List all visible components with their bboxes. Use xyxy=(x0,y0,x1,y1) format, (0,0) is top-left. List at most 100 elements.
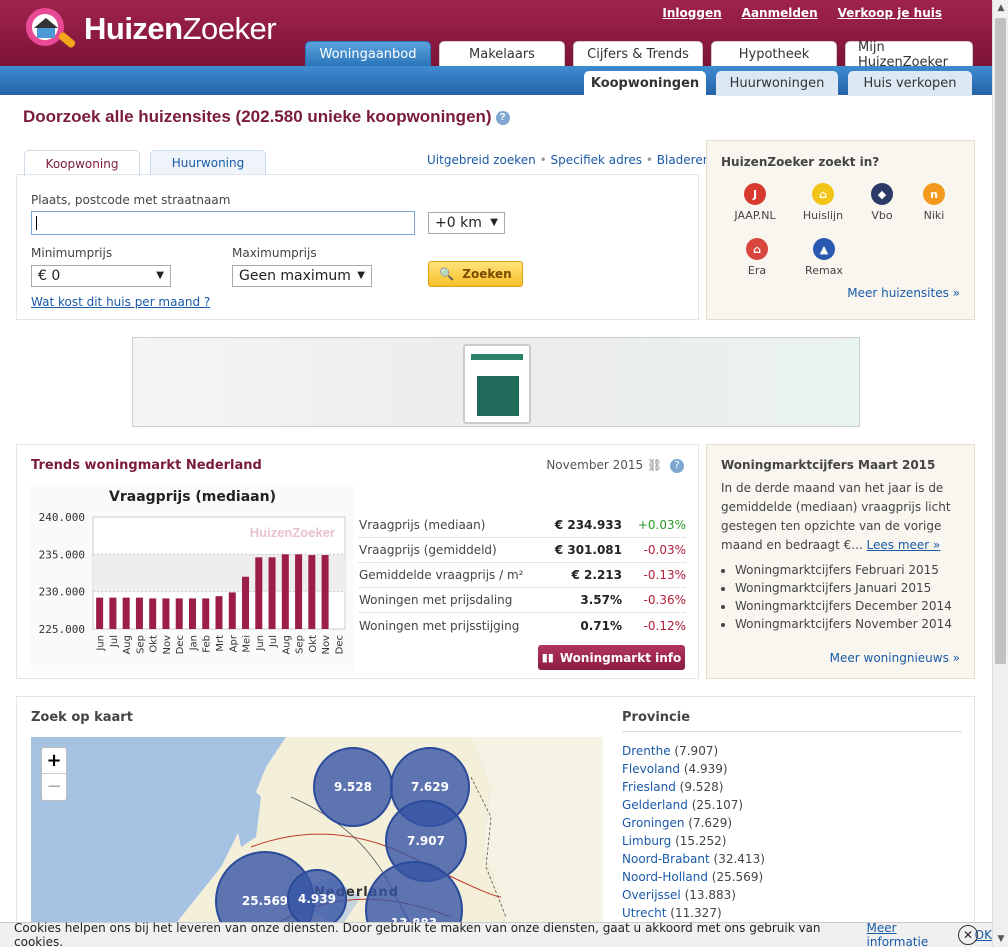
login-link[interactable]: Inloggen xyxy=(662,6,721,20)
tab-huurwoning[interactable]: Huurwoning xyxy=(150,150,266,175)
chart-bar xyxy=(281,554,289,629)
scroll-up-icon[interactable]: ▲ xyxy=(993,0,1008,16)
price-chart: Vraagprijs (mediaan) HuizenZoeker 240.000… xyxy=(31,485,354,671)
chart-bar xyxy=(188,598,196,629)
market-info-button[interactable]: ▮▮ Woningmarkt info xyxy=(538,645,685,670)
news-item[interactable]: Woningmarktcijfers December 2014 xyxy=(735,597,970,615)
register-link[interactable]: Aanmelden xyxy=(742,6,818,20)
chart-bar xyxy=(202,598,210,629)
bar-chart-icon: ▮▮ xyxy=(541,651,554,664)
province-link[interactable]: Limburg xyxy=(622,834,671,848)
advanced-search-link[interactable]: Uitgebreid zoeken xyxy=(427,153,536,167)
zoom-in-button[interactable]: + xyxy=(42,748,66,774)
province-link[interactable]: Noord-Brabant xyxy=(622,852,710,866)
site-jaap[interactable]: J JAAP.NL xyxy=(727,183,783,222)
site-huislijn[interactable]: ⌂ Huislijn xyxy=(795,183,851,222)
province-link[interactable]: Utrecht xyxy=(622,906,666,920)
site-vbo[interactable]: ◆ Vbo xyxy=(854,183,910,222)
site-era[interactable]: ⌂ Era xyxy=(729,238,785,277)
news-item[interactable]: Woningmarktcijfers November 2014 xyxy=(735,615,970,633)
remax-icon: ▲ xyxy=(813,238,835,260)
specific-address-link[interactable]: Specifiek adres xyxy=(551,153,643,167)
chart-xtick-label: Nov xyxy=(162,635,173,655)
cookie-text: Cookies helpen ons bij het leveren van o… xyxy=(14,921,821,947)
sell-home-link[interactable]: Verkoop je huis xyxy=(838,6,942,20)
tab-makelaars[interactable]: Makelaars xyxy=(439,41,565,67)
huislijn-icon: ⌂ xyxy=(812,183,834,205)
site-remax[interactable]: ▲ Remax xyxy=(796,238,852,277)
tab-cijfers-trends[interactable]: Cijfers & Trends xyxy=(573,41,703,67)
place-input[interactable] xyxy=(31,211,415,235)
province-link[interactable]: Noord-Holland xyxy=(622,870,708,884)
help-icon[interactable]: ? xyxy=(670,458,684,473)
tab-koopwoning[interactable]: Koopwoning xyxy=(24,150,140,176)
province-link[interactable]: Friesland xyxy=(622,780,676,794)
province-link[interactable]: Flevoland xyxy=(622,762,680,776)
main-nav: Woningaanbod Makelaars Cijfers & Trends … xyxy=(305,40,973,70)
chart-bar xyxy=(175,598,183,629)
browse-link[interactable]: Bladeren xyxy=(657,153,711,167)
province-link[interactable]: Groningen xyxy=(622,816,684,830)
chart-bar xyxy=(135,597,143,629)
site-niki[interactable]: n Niki xyxy=(906,183,962,222)
scrollbar[interactable]: ▲ ▼ xyxy=(992,0,1008,947)
tab-huurwoningen[interactable]: Huurwoningen xyxy=(716,71,838,96)
chart-xtick-label: Sep xyxy=(135,635,146,654)
niki-icon: n xyxy=(923,183,945,205)
chart-bar xyxy=(109,597,117,629)
chart-bar xyxy=(268,557,276,629)
scroll-down-icon[interactable]: ▼ xyxy=(993,931,1008,947)
chart-xtick-label: Okt xyxy=(149,635,160,653)
chevron-down-icon: ▼ xyxy=(156,270,164,281)
min-price-select[interactable]: € 0 ▼ xyxy=(31,265,171,287)
top-links: Inloggen Aanmelden Verkoop je huis xyxy=(662,6,942,20)
chart-xtick-label: Jul xyxy=(109,635,120,648)
province-item: Noord-Holland (25.569) xyxy=(622,870,764,884)
tab-koopwoningen[interactable]: Koopwoningen xyxy=(584,71,706,96)
stat-row: Vraagprijs (gemiddeld) € 301.081 -0.03% xyxy=(359,538,686,563)
cookie-more-link[interactable]: Meer informatie xyxy=(867,921,961,947)
chart-bar xyxy=(255,557,263,629)
map-cluster[interactable]: 4.939 xyxy=(287,869,347,929)
max-price-select[interactable]: Geen maximum ▼ xyxy=(232,265,372,287)
map-view[interactable]: Nederland 9.528 7.629 7.907 25.569 4.939… xyxy=(31,737,603,947)
more-sites-link[interactable]: Meer huizensites » xyxy=(847,286,960,300)
news-item[interactable]: Woningmarktcijfers Februari 2015 xyxy=(735,561,970,579)
read-more-link[interactable]: Lees meer » xyxy=(867,538,941,552)
trends-panel: Trends woningmarkt Nederland November 20… xyxy=(16,444,699,679)
province-item: Drenthe (7.907) xyxy=(622,744,719,758)
monthly-cost-link[interactable]: Wat kost dit huis per maand ? xyxy=(31,295,210,309)
province-link[interactable]: Gelderland xyxy=(622,798,688,812)
tab-mijn-huizenzoeker[interactable]: Mijn HuizenZoeker xyxy=(845,40,973,70)
province-link[interactable]: Drenthe xyxy=(622,744,671,758)
magnifier-house-icon xyxy=(22,6,77,52)
map-cluster[interactable]: 9.528 xyxy=(313,747,393,827)
province-title: Provincie xyxy=(622,710,962,732)
more-news-link[interactable]: Meer woningnieuws » xyxy=(830,651,960,665)
stat-row: Vraagprijs (mediaan) € 234.933 +0.03% xyxy=(359,513,686,538)
zoom-out-button[interactable]: − xyxy=(42,774,66,800)
news-list: Woningmarktcijfers Februari 2015 Woningm… xyxy=(735,561,970,633)
province-list: Provincie Drenthe (7.907) Flevoland (4.9… xyxy=(622,710,962,922)
zoom-controls: + − xyxy=(41,747,67,801)
radius-select[interactable]: +0 km ▼ xyxy=(428,212,505,234)
help-icon[interactable]: ? xyxy=(495,110,510,125)
stat-row: Woningen met prijsstijging 0.71% -0.12% xyxy=(359,618,686,633)
tab-huis-verkopen[interactable]: Huis verkopen xyxy=(848,71,972,96)
province-link[interactable]: Overijssel xyxy=(622,888,681,902)
news-item[interactable]: Woningmarktcijfers Januari 2015 xyxy=(735,579,970,597)
place-label: Plaats, postcode met straatnaam xyxy=(31,193,231,207)
logo[interactable]: HuizenZoeker xyxy=(22,6,277,52)
tab-hypotheek[interactable]: Hypotheek xyxy=(711,41,837,67)
search-button[interactable]: 🔍 Zoeken xyxy=(428,261,523,287)
page-title: Doorzoek alle huizensites (202.580 uniek… xyxy=(23,107,510,127)
tab-woningaanbod[interactable]: Woningaanbod xyxy=(305,41,431,67)
close-icon[interactable]: ✕ xyxy=(958,925,978,945)
link-icon[interactable]: ⛓ xyxy=(647,458,662,472)
chart-bar xyxy=(149,598,157,629)
news-title: Woningmarktcijfers Maart 2015 xyxy=(721,458,936,472)
scrollbar-thumb[interactable] xyxy=(995,18,1006,664)
ad-banner[interactable] xyxy=(132,337,860,427)
chart-bar xyxy=(242,576,250,629)
chart-bar xyxy=(162,598,170,629)
